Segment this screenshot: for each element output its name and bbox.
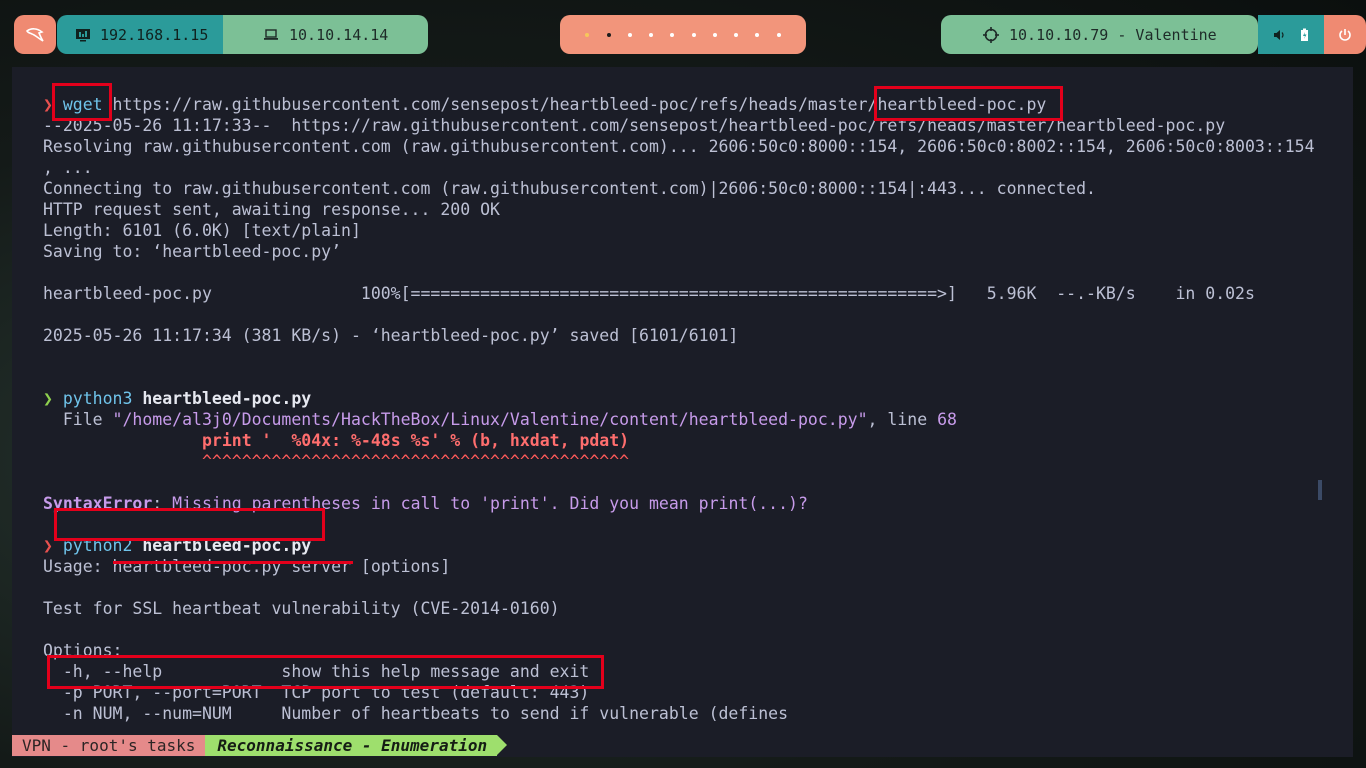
workspace-switcher[interactable] — [560, 15, 806, 54]
terminal-line: heartbleed-poc.py 100%[=================… — [43, 283, 1315, 304]
terminal-text: heartbleed-poc.py — [142, 389, 312, 408]
highlight-wget — [52, 83, 112, 121]
terminal-line: print ' %04x: %-48s %s' % (b, hxdat, pda… — [43, 430, 1315, 451]
terminal-text: "/home/al3j0/Documents/HackTheBox/Linux/… — [112, 410, 868, 429]
tmux-status-bar: VPN - root's tasks Reconnaissance - Enum… — [12, 735, 507, 756]
workspace-9[interactable] — [755, 32, 760, 37]
terminal-line: Connecting to raw.githubusercontent.com … — [43, 178, 1315, 199]
host-ip-widget[interactable]: 192.168.1.15 — [57, 15, 223, 54]
terminal-text: Test for SSL heartbeat vulnerability (CV… — [43, 599, 560, 618]
terminal-text: , ... — [43, 158, 93, 177]
terminal-line: Length: 6101 (6.0K) [text/plain] — [43, 220, 1315, 241]
terminal-text: -n NUM, --num=NUM Number of heartbeats t… — [43, 704, 789, 723]
terminal-line: , ... — [43, 157, 1315, 178]
highlight-port-option — [47, 655, 604, 689]
terminal-line: Saving to: ‘heartbleed-poc.py’ — [43, 241, 1315, 262]
terminal-window[interactable]: ❯ wget https://raw.githubusercontent.com… — [12, 67, 1353, 757]
system-tray[interactable] — [1258, 15, 1324, 54]
terminal-line: 2025-05-26 11:17:34 (381 KB/s) - ‘heartb… — [43, 325, 1315, 346]
terminal-text: Resolving raw.githubusercontent.com (raw… — [43, 137, 1315, 156]
workspace-6[interactable] — [691, 32, 696, 37]
power-button[interactable] — [1324, 15, 1366, 54]
workspace-8[interactable] — [734, 32, 739, 37]
terminal-text: File — [43, 410, 113, 429]
terminal-text: 2025-05-26 11:17:34 (381 KB/s) - ‘heartb… — [43, 326, 739, 345]
underline-usage — [113, 561, 353, 564]
workspace-2[interactable] — [606, 32, 611, 37]
workspace-4[interactable] — [649, 32, 654, 37]
vpn-ip-widget[interactable]: 10.10.14.14 — [223, 15, 428, 54]
terminal-text: , line — [867, 410, 938, 429]
target-label: 10.10.10.79 - Valentine — [1009, 25, 1217, 44]
terminal-text: Usage: heartbleed-poc.py server [options… — [43, 557, 451, 576]
terminal-text: HTTP request sent, awaiting response... … — [43, 200, 500, 219]
terminal-line: ❯ wget https://raw.githubusercontent.com… — [43, 94, 1315, 115]
menu-button[interactable] — [14, 15, 56, 54]
kali-dragon-icon — [25, 27, 44, 42]
power-icon — [1339, 28, 1351, 41]
terminal-text: print ' %04x: %-48s %s' % (b, hxdat, pda… — [201, 431, 630, 450]
window-name[interactable]: Reconnaissance - Enumeration — [205, 735, 507, 756]
scrollbar[interactable] — [1318, 480, 1322, 500]
terminal-line: Usage: heartbleed-poc.py server [options… — [43, 556, 1315, 577]
host-ip: 192.168.1.15 — [100, 25, 209, 44]
terminal-line: ❯ python3 heartbleed-poc.py — [43, 388, 1315, 409]
highlight-filename — [874, 86, 1063, 121]
workspace-1[interactable] — [585, 32, 590, 37]
workspace-7[interactable] — [712, 32, 717, 37]
workspace-3[interactable] — [627, 32, 632, 37]
terminal-line: Resolving raw.githubusercontent.com (raw… — [43, 136, 1315, 157]
workspace-5[interactable] — [670, 32, 675, 37]
terminal-line: -n NUM, --num=NUM Number of heartbeats t… — [43, 703, 1315, 724]
terminal-text: python3 — [62, 389, 133, 408]
terminal-output: ❯ wget https://raw.githubusercontent.com… — [43, 94, 1315, 724]
terminal-line: File "/home/al3j0/Documents/HackTheBox/L… — [43, 409, 1315, 430]
vpn-ip: 10.10.14.14 — [289, 25, 389, 44]
highlight-python2-command — [54, 508, 325, 541]
terminal-text: ^^^^^^^^^^^^^^^^^^^^^^^^^^^^^^^^^^^^^^^^… — [201, 452, 630, 471]
laptop-icon — [264, 28, 278, 40]
terminal-line: --2025-05-26 11:17:33-- https://raw.gith… — [43, 115, 1315, 136]
terminal-text: heartbleed-poc.py 100%[=================… — [43, 284, 1255, 303]
terminal-text: 68 — [937, 410, 957, 429]
terminal-text: Saving to: ‘heartbleed-poc.py’ — [43, 242, 342, 261]
crosshair-icon — [983, 26, 999, 43]
volume-icon[interactable] — [1273, 29, 1285, 41]
terminal-line: Test for SSL heartbeat vulnerability (CV… — [43, 598, 1315, 619]
battery-charging-icon[interactable] — [1300, 28, 1309, 42]
terminal-line: ^^^^^^^^^^^^^^^^^^^^^^^^^^^^^^^^^^^^^^^^… — [43, 451, 1315, 472]
monitor-icon — [76, 28, 90, 41]
terminal-text: Connecting to raw.githubusercontent.com … — [43, 179, 1096, 198]
terminal-text: Length: 6101 (6.0K) [text/plain] — [43, 221, 361, 240]
session-name[interactable]: VPN - root's tasks — [12, 735, 206, 756]
terminal-text: ❯ — [43, 389, 63, 408]
target-widget[interactable]: 10.10.10.79 - Valentine — [941, 15, 1258, 54]
workspace-10[interactable] — [776, 32, 781, 37]
terminal-line: HTTP request sent, awaiting response... … — [43, 199, 1315, 220]
